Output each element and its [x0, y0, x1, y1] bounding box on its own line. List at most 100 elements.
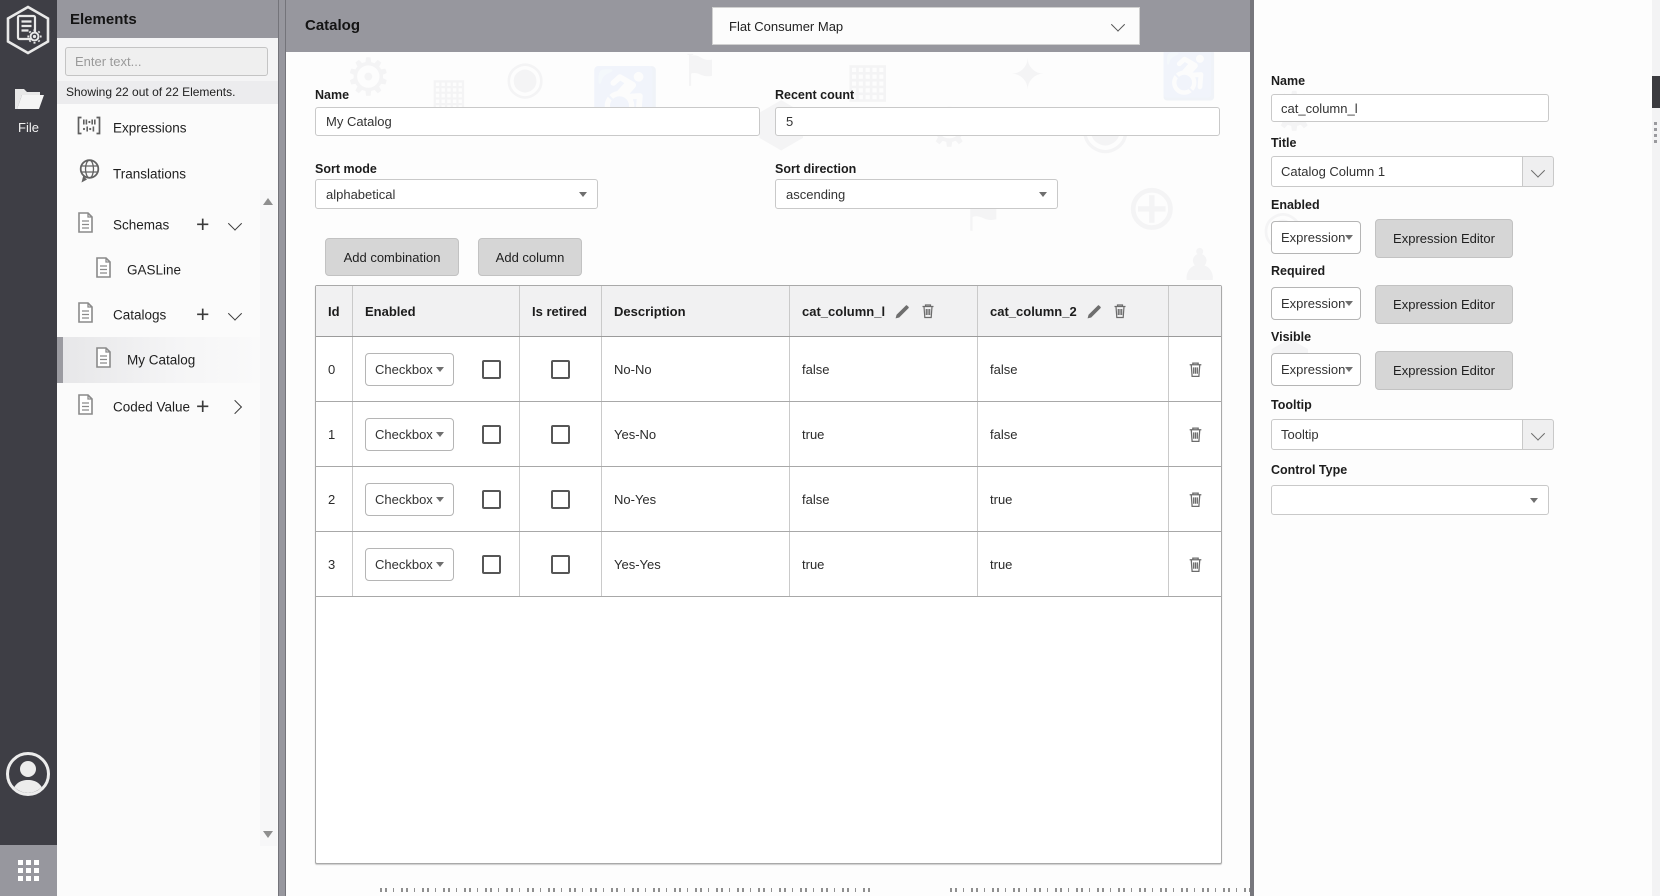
delete-row-button[interactable]: [1187, 490, 1204, 509]
scroll-up-icon[interactable]: [263, 198, 273, 205]
sidebar-item-catalogs[interactable]: Catalogs +: [57, 293, 257, 337]
col-header-is-retired: Is retired: [520, 286, 602, 336]
sidebar-item-gasline[interactable]: GASLine: [57, 248, 257, 292]
collapse-schemas-button[interactable]: [225, 215, 245, 235]
enabled-checkbox[interactable]: [482, 359, 501, 379]
col-header-enabled: Enabled: [353, 286, 520, 336]
cat-column-1-cell: true: [790, 532, 978, 596]
user-avatar-button[interactable]: [5, 751, 51, 802]
enabled-expression-editor-button[interactable]: Expression Editor: [1375, 219, 1513, 258]
sidebar-item-my-catalog[interactable]: My Catalog: [57, 337, 278, 383]
elements-panel-header: Elements: [57, 0, 278, 38]
edit-column-button[interactable]: [894, 303, 911, 320]
recent-count-label: Recent count: [775, 88, 855, 102]
tooltip-input[interactable]: [1271, 419, 1523, 450]
name-input[interactable]: [315, 107, 760, 136]
delete-row-button[interactable]: [1187, 360, 1204, 379]
col-header-cat-column-2: cat_column_2: [978, 286, 1169, 336]
add-coded-value-button[interactable]: +: [196, 395, 209, 418]
required-expression-editor-button[interactable]: Expression Editor: [1375, 285, 1513, 324]
sidebar-item-schemas[interactable]: Schemas +: [57, 203, 257, 247]
description-cell: Yes-Yes: [602, 532, 790, 596]
control-type-select[interactable]: Checkbox: [365, 547, 454, 581]
cat-column-1-cell: false: [790, 467, 978, 531]
enabled-mode-select[interactable]: Expression: [1271, 221, 1361, 254]
control-type-select[interactable]: Checkbox: [365, 417, 454, 451]
main-scrollbar[interactable]: [1652, 0, 1660, 896]
page-title: Catalog: [305, 17, 361, 34]
sort-direction-label: Sort direction: [775, 162, 857, 176]
delete-row-button[interactable]: [1187, 425, 1204, 444]
inspector-name-label: Name: [1271, 74, 1306, 88]
tooltip-dropdown-button[interactable]: [1522, 419, 1554, 450]
chevron-down-icon: [1530, 426, 1546, 441]
visible-expression-editor-button[interactable]: Expression Editor: [1375, 351, 1513, 390]
inspector-title-input[interactable]: [1271, 156, 1523, 187]
control-type-select[interactable]: [1271, 485, 1549, 515]
trash-icon: [922, 304, 934, 319]
trash-icon: [1114, 304, 1126, 319]
trash-icon: [1189, 556, 1201, 572]
sidebar-item-expressions[interactable]: Expressions: [57, 106, 257, 150]
is-retired-checkbox[interactable]: [551, 359, 570, 379]
inspector-name-input[interactable]: [1271, 94, 1549, 122]
visible-mode-select[interactable]: Expression: [1271, 353, 1361, 386]
app-logo-icon: [5, 5, 51, 60]
add-schema-button[interactable]: +: [196, 213, 209, 236]
app-window: ⚙ ▦ ◉ ♿ ⚑ ⬢ ▦ ⚙ ✦ ◉ ♿ ⊕ ⚑ ♟ ⚙ ◉ ⬢ ⚙ ♿ ▦ …: [0, 0, 1660, 896]
delete-row-button[interactable]: [1187, 555, 1204, 574]
collapse-catalogs-button[interactable]: [225, 305, 245, 325]
is-retired-checkbox[interactable]: [551, 424, 570, 444]
delete-column-button[interactable]: [920, 302, 936, 320]
app-grid-button[interactable]: [0, 845, 57, 896]
chevron-down-icon: [227, 306, 243, 321]
recent-count-input[interactable]: [775, 107, 1220, 136]
sort-direction-select[interactable]: ascending: [775, 179, 1058, 209]
is-retired-checkbox[interactable]: [551, 489, 570, 509]
add-catalog-button[interactable]: +: [196, 303, 209, 326]
consumer-map-dropdown[interactable]: Flat Consumer Map: [712, 7, 1140, 45]
expand-coded-value-button[interactable]: [225, 397, 245, 417]
document-icon: [77, 394, 94, 420]
sidebar-scrollbar[interactable]: [260, 190, 277, 846]
enabled-checkbox[interactable]: [482, 424, 501, 444]
sidebar-item-label: Schemas: [113, 217, 170, 233]
col-header-actions: [1169, 286, 1221, 336]
scrollbar-thumb[interactable]: [1652, 76, 1660, 108]
consumer-map-value: Flat Consumer Map: [729, 18, 844, 34]
is-retired-checkbox[interactable]: [551, 554, 570, 574]
enabled-checkbox[interactable]: [482, 554, 501, 574]
title-dropdown-button[interactable]: [1522, 156, 1554, 187]
control-type-select[interactable]: Checkbox: [365, 352, 454, 386]
sidebar-item-coded-value[interactable]: Coded Value +: [57, 385, 257, 429]
add-column-button[interactable]: Add column: [478, 238, 582, 276]
control-type-select[interactable]: Checkbox: [365, 482, 454, 516]
triangle-down-icon: [579, 191, 587, 197]
delete-column-button[interactable]: [1112, 302, 1128, 320]
scroll-down-icon[interactable]: [263, 831, 273, 838]
inspector-divider[interactable]: [1250, 0, 1254, 896]
panel-divider[interactable]: [278, 0, 286, 896]
sidebar-item-translations[interactable]: Translations: [57, 152, 257, 196]
pencil-icon: [895, 304, 909, 318]
cat-column-2-cell: true: [978, 467, 1169, 531]
add-combination-button[interactable]: Add combination: [325, 238, 459, 276]
triangle-down-icon: [1345, 367, 1354, 372]
sort-mode-select[interactable]: alphabetical: [315, 179, 598, 209]
triangle-down-icon: [436, 431, 444, 437]
pencil-icon: [1087, 304, 1101, 318]
expressions-icon: [77, 116, 101, 140]
required-mode-select[interactable]: Expression: [1271, 287, 1361, 320]
visible-label: Visible: [1271, 330, 1312, 344]
sidebar-item-label: Coded Value: [113, 399, 191, 415]
inspector-title-label: Title: [1271, 136, 1297, 150]
triangle-down-icon: [1345, 301, 1354, 306]
edit-column-button[interactable]: [1086, 303, 1103, 320]
description-cell: Yes-No: [602, 402, 790, 466]
file-menu-button[interactable]: File: [0, 86, 57, 135]
sort-direction-value: ascending: [786, 186, 846, 202]
enabled-checkbox[interactable]: [482, 489, 501, 509]
file-menu-label: File: [18, 120, 39, 135]
row-id: 3: [316, 532, 353, 596]
search-input[interactable]: [65, 47, 268, 76]
